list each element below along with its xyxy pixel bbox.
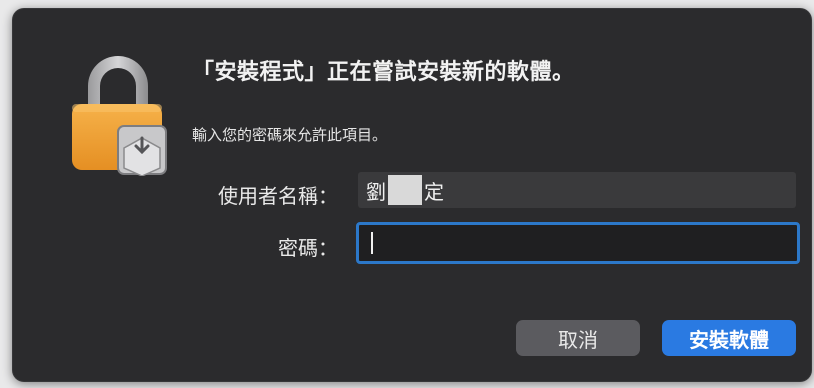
text-caret (371, 232, 373, 254)
cancel-button[interactable]: 取消 (516, 320, 640, 356)
redaction-block (388, 175, 422, 205)
lock-icon (66, 46, 176, 177)
username-value-end: 定 (424, 179, 444, 204)
install-software-button[interactable]: 安裝軟體 (662, 320, 796, 356)
username-value-start: 劉 (366, 179, 386, 204)
username-label: 使用者名稱： (218, 184, 338, 208)
password-field[interactable] (356, 222, 800, 264)
installer-auth-dialog: 「安裝程式」正在嘗試安裝新的軟體。 輸入您的密碼來允許此項目。 使用者名稱： 劉… (12, 8, 812, 382)
username-field[interactable]: 劉 定 (358, 172, 796, 208)
dialog-title: 「安裝程式」正在嘗試安裝新的軟體。 (192, 60, 575, 85)
password-label: 密碼： (278, 236, 338, 260)
dialog-message: 輸入您的密碼來允許此項目。 (192, 126, 388, 144)
